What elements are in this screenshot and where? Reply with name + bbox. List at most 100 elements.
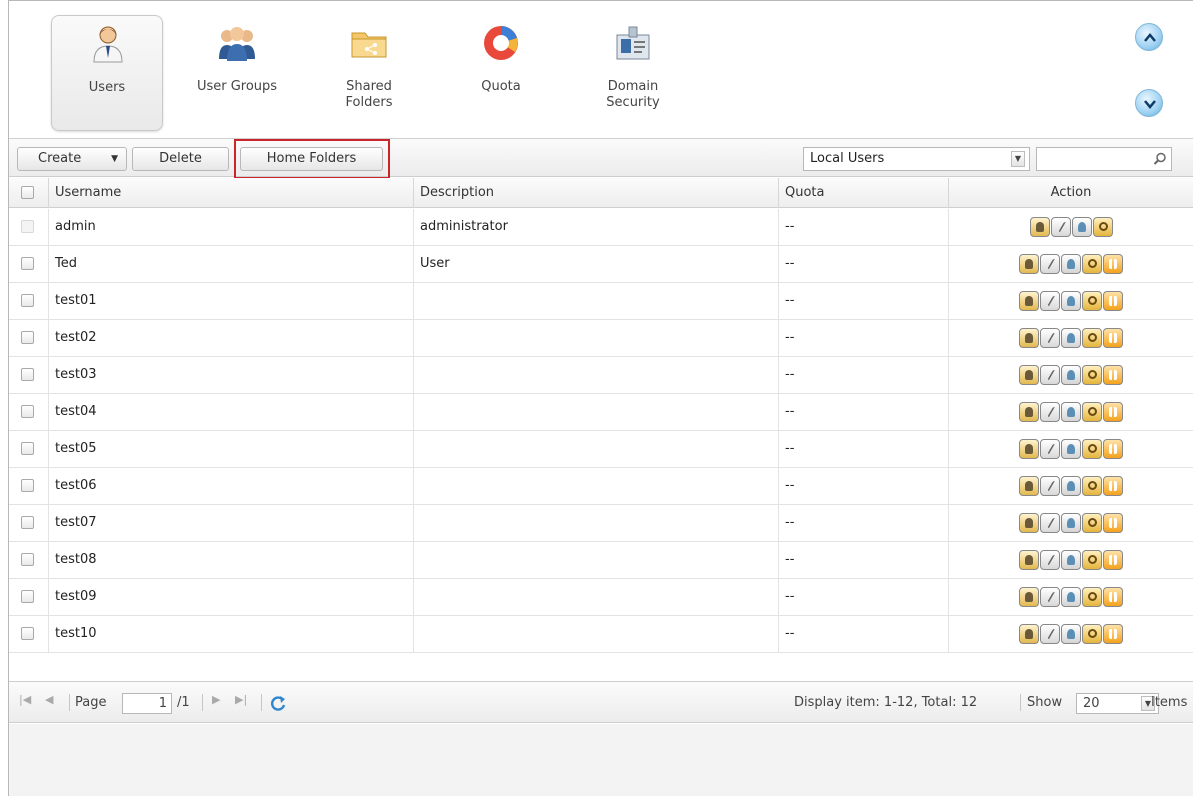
edit-password-icon[interactable] bbox=[1040, 402, 1061, 422]
search-icon[interactable] bbox=[1153, 152, 1167, 166]
edit-profile-icon[interactable] bbox=[1019, 624, 1039, 644]
nav-user-groups[interactable]: User Groups bbox=[181, 15, 293, 131]
edit-password-icon[interactable] bbox=[1040, 291, 1061, 311]
edit-group-icon[interactable] bbox=[1061, 550, 1081, 570]
edit-folder-permission-icon[interactable] bbox=[1082, 624, 1102, 644]
table-row[interactable]: test02 -- bbox=[9, 320, 1193, 357]
table-row[interactable]: admin administrator -- bbox=[9, 209, 1193, 246]
application-privilege-icon[interactable] bbox=[1103, 476, 1123, 496]
application-privilege-icon[interactable] bbox=[1103, 550, 1123, 570]
items-per-page-select[interactable]: 20 ▼ bbox=[1076, 693, 1159, 714]
application-privilege-icon[interactable] bbox=[1103, 328, 1123, 348]
row-checkbox[interactable] bbox=[21, 368, 34, 381]
edit-profile-icon[interactable] bbox=[1019, 328, 1039, 348]
edit-group-icon[interactable] bbox=[1061, 254, 1081, 274]
edit-profile-icon[interactable] bbox=[1019, 513, 1039, 533]
table-row[interactable]: test09 -- bbox=[9, 579, 1193, 616]
application-privilege-icon[interactable] bbox=[1103, 439, 1123, 459]
nav-domain-security[interactable]: Domain Security bbox=[577, 15, 689, 131]
edit-group-icon[interactable] bbox=[1061, 291, 1081, 311]
table-row[interactable]: Ted User -- bbox=[9, 246, 1193, 283]
create-button[interactable]: Create ▼ bbox=[17, 147, 127, 171]
row-checkbox[interactable] bbox=[21, 590, 34, 603]
table-row[interactable]: test06 -- bbox=[9, 468, 1193, 505]
edit-password-icon[interactable] bbox=[1040, 254, 1061, 274]
row-checkbox[interactable] bbox=[21, 479, 34, 492]
edit-password-icon[interactable] bbox=[1040, 550, 1061, 570]
table-row[interactable]: test10 -- bbox=[9, 616, 1193, 653]
edit-group-icon[interactable] bbox=[1072, 217, 1092, 237]
edit-profile-icon[interactable] bbox=[1019, 291, 1039, 311]
table-row[interactable]: test07 -- bbox=[9, 505, 1193, 542]
delete-button[interactable]: Delete bbox=[132, 147, 229, 171]
table-row[interactable]: test03 -- bbox=[9, 357, 1193, 394]
application-privilege-icon[interactable] bbox=[1103, 291, 1123, 311]
nav-users[interactable]: Users bbox=[51, 15, 163, 131]
edit-group-icon[interactable] bbox=[1061, 624, 1081, 644]
edit-profile-icon[interactable] bbox=[1019, 254, 1039, 274]
application-privilege-icon[interactable] bbox=[1103, 587, 1123, 607]
edit-group-icon[interactable] bbox=[1061, 476, 1081, 496]
nav-shared-folders[interactable]: Shared Folders bbox=[313, 15, 425, 131]
edit-profile-icon[interactable] bbox=[1019, 476, 1039, 496]
edit-password-icon[interactable] bbox=[1040, 624, 1061, 644]
edit-password-icon[interactable] bbox=[1040, 439, 1061, 459]
edit-folder-permission-icon[interactable] bbox=[1093, 217, 1113, 237]
edit-folder-permission-icon[interactable] bbox=[1082, 550, 1102, 570]
edit-folder-permission-icon[interactable] bbox=[1082, 513, 1102, 533]
application-privilege-icon[interactable] bbox=[1103, 365, 1123, 385]
edit-folder-permission-icon[interactable] bbox=[1082, 587, 1102, 607]
edit-group-icon[interactable] bbox=[1061, 439, 1081, 459]
edit-folder-permission-icon[interactable] bbox=[1082, 291, 1102, 311]
row-checkbox[interactable] bbox=[21, 442, 34, 455]
home-folders-button[interactable]: Home Folders bbox=[240, 147, 383, 171]
edit-group-icon[interactable] bbox=[1061, 587, 1081, 607]
edit-group-icon[interactable] bbox=[1061, 402, 1081, 422]
page-input[interactable]: 1 bbox=[122, 693, 172, 714]
row-checkbox[interactable] bbox=[21, 553, 34, 566]
table-row[interactable]: test05 -- bbox=[9, 431, 1193, 468]
edit-folder-permission-icon[interactable] bbox=[1082, 254, 1102, 274]
edit-profile-icon[interactable] bbox=[1030, 217, 1050, 237]
edit-folder-permission-icon[interactable] bbox=[1082, 365, 1102, 385]
edit-folder-permission-icon[interactable] bbox=[1082, 402, 1102, 422]
edit-group-icon[interactable] bbox=[1061, 513, 1081, 533]
edit-profile-icon[interactable] bbox=[1019, 439, 1039, 459]
refresh-icon[interactable] bbox=[269, 694, 287, 712]
edit-password-icon[interactable] bbox=[1040, 513, 1061, 533]
row-checkbox[interactable] bbox=[21, 627, 34, 640]
application-privilege-icon[interactable] bbox=[1103, 254, 1123, 274]
edit-password-icon[interactable] bbox=[1040, 365, 1061, 385]
col-username[interactable]: Username bbox=[49, 178, 414, 208]
last-page-icon[interactable]: ▶| bbox=[235, 693, 247, 706]
row-checkbox[interactable] bbox=[21, 294, 34, 307]
edit-password-icon[interactable] bbox=[1040, 476, 1061, 496]
search-input[interactable] bbox=[1036, 147, 1172, 171]
application-privilege-icon[interactable] bbox=[1103, 402, 1123, 422]
edit-password-icon[interactable] bbox=[1040, 587, 1061, 607]
scroll-down-button[interactable] bbox=[1135, 89, 1163, 117]
prev-page-icon[interactable]: ◀ bbox=[45, 693, 53, 706]
col-description[interactable]: Description bbox=[414, 178, 779, 208]
edit-profile-icon[interactable] bbox=[1019, 587, 1039, 607]
edit-password-icon[interactable] bbox=[1051, 217, 1072, 237]
application-privilege-icon[interactable] bbox=[1103, 513, 1123, 533]
row-checkbox[interactable] bbox=[21, 405, 34, 418]
table-row[interactable]: test08 -- bbox=[9, 542, 1193, 579]
edit-profile-icon[interactable] bbox=[1019, 550, 1039, 570]
col-quota[interactable]: Quota bbox=[779, 178, 949, 208]
user-type-select[interactable]: Local Users ▼ bbox=[803, 147, 1030, 171]
edit-profile-icon[interactable] bbox=[1019, 402, 1039, 422]
next-page-icon[interactable]: ▶ bbox=[212, 693, 220, 706]
edit-profile-icon[interactable] bbox=[1019, 365, 1039, 385]
application-privilege-icon[interactable] bbox=[1103, 624, 1123, 644]
scroll-up-button[interactable] bbox=[1135, 23, 1163, 51]
row-checkbox[interactable] bbox=[21, 257, 34, 270]
edit-folder-permission-icon[interactable] bbox=[1082, 439, 1102, 459]
edit-password-icon[interactable] bbox=[1040, 328, 1061, 348]
first-page-icon[interactable]: |◀ bbox=[19, 693, 31, 706]
table-row[interactable]: test01 -- bbox=[9, 283, 1193, 320]
select-all-checkbox[interactable] bbox=[21, 186, 34, 199]
edit-folder-permission-icon[interactable] bbox=[1082, 328, 1102, 348]
edit-folder-permission-icon[interactable] bbox=[1082, 476, 1102, 496]
